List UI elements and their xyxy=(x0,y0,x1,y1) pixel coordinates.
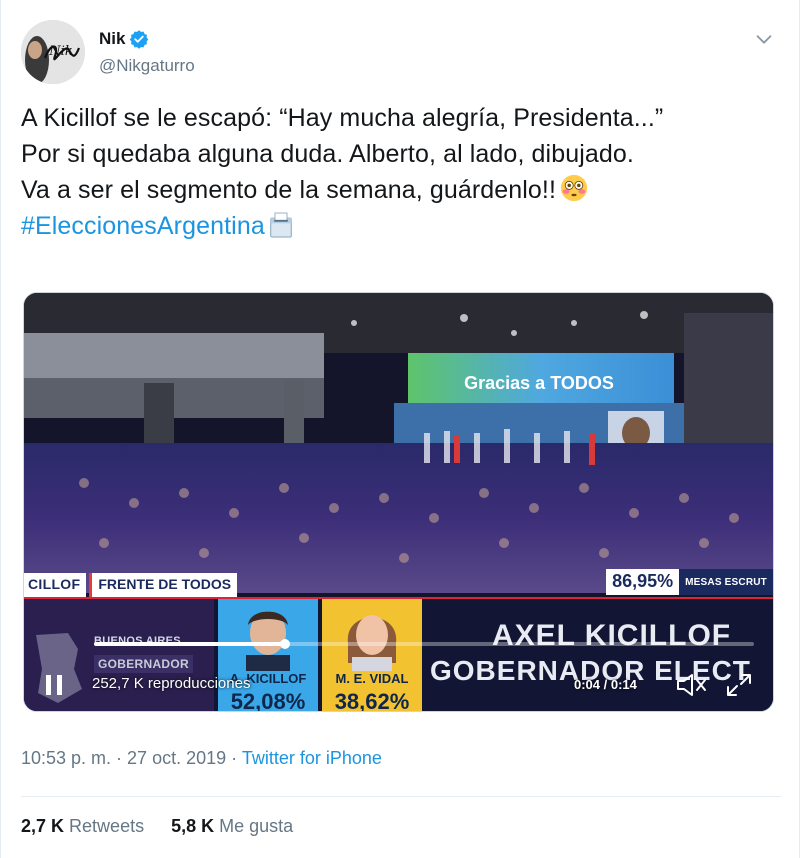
stats-divider xyxy=(21,796,781,797)
ballot-box-emoji xyxy=(270,212,292,238)
avatar[interactable]: Nik xyxy=(21,20,85,84)
fullscreen-icon[interactable] xyxy=(724,671,754,699)
view-count: 252,7 K reproducciones xyxy=(92,675,251,692)
author-handle[interactable]: @Nikgaturro xyxy=(99,56,195,76)
verified-badge-icon xyxy=(130,30,149,49)
candidate-photo-1 xyxy=(246,611,290,671)
pause-icon[interactable] xyxy=(44,673,64,697)
tweet-line-3: Va a ser el segmento de la semana, guárd… xyxy=(21,172,781,208)
avatar-signature: Nik xyxy=(48,44,73,59)
video-controls: 252,7 K reproducciones 0:04 / 0:14 xyxy=(24,665,773,705)
tweet-stats: 2,7 K Retweets 5,8 K Me gusta xyxy=(21,816,315,837)
stage-screen-text: Gracias a TODOS xyxy=(464,373,614,393)
tweet-line-3-text: Va a ser el segmento de la semana, guárd… xyxy=(21,176,557,204)
name-row: Nik xyxy=(99,28,195,50)
chevron-down-icon[interactable] xyxy=(753,28,775,50)
tweet-line-2: Por si quedaba alguna duda. Alberto, al … xyxy=(21,140,634,168)
video-progress-bar[interactable] xyxy=(94,639,754,649)
video-time: 0:04 / 0:14 xyxy=(574,677,637,692)
mute-icon[interactable] xyxy=(674,671,710,699)
tweet-line-4: #EleccionesArgentina xyxy=(21,208,781,244)
author-name[interactable]: Nik xyxy=(99,29,125,49)
video-progress-fill xyxy=(94,642,286,646)
tweet-timestamp[interactable]: 10:53 p. m. · 27 oct. 2019 · xyxy=(21,748,242,768)
lower-third-party: FRENTE DE TODOS xyxy=(89,573,238,597)
tweet-line-1: A Kicillof se le escapó: “Hay mucha aleg… xyxy=(21,104,664,132)
hashtag-link[interactable]: #EleccionesArgentina xyxy=(21,212,265,240)
likes-label: Me gusta xyxy=(219,816,294,836)
ticker-headline-1: AXEL KICILLOF xyxy=(492,619,732,652)
retweets-count: 2,7 K xyxy=(21,816,65,836)
tweet-card: Nik Nik @Nikgaturro A Kicillof se le esc… xyxy=(0,0,800,858)
retweets-label: Retweets xyxy=(69,816,145,836)
lower-third-candidate: CILLOF xyxy=(24,573,87,597)
tweet-meta: 10:53 p. m. · 27 oct. 2019 · Twitter for… xyxy=(21,748,382,769)
video-player[interactable]: Gracias a TODOS CILLOF FRENTE DE TODOS 8… xyxy=(23,292,774,712)
tweet-source-link[interactable]: Twitter for iPhone xyxy=(242,748,382,768)
count-label: MESAS ESCRUT xyxy=(679,569,773,595)
candidate-photo-2 xyxy=(347,615,397,671)
flushed-face-emoji xyxy=(560,174,588,202)
tweet-text: A Kicillof se le escapó: “Hay mucha aleg… xyxy=(21,100,781,244)
retweets-stat[interactable]: 2,7 K Retweets xyxy=(21,816,144,836)
tweet-header: Nik Nik @Nikgaturro xyxy=(21,20,781,84)
author-names: Nik @Nikgaturro xyxy=(99,28,195,76)
avatar-image: Nik xyxy=(21,20,85,84)
likes-count: 5,8 K xyxy=(171,816,215,836)
count-percent: 86,95% xyxy=(606,569,680,595)
lower-third-name: CILLOF FRENTE DE TODOS xyxy=(24,573,238,597)
lower-third-count: 86,95% MESAS ESCRUT xyxy=(606,569,773,595)
likes-stat[interactable]: 5,8 K Me gusta xyxy=(171,816,293,836)
